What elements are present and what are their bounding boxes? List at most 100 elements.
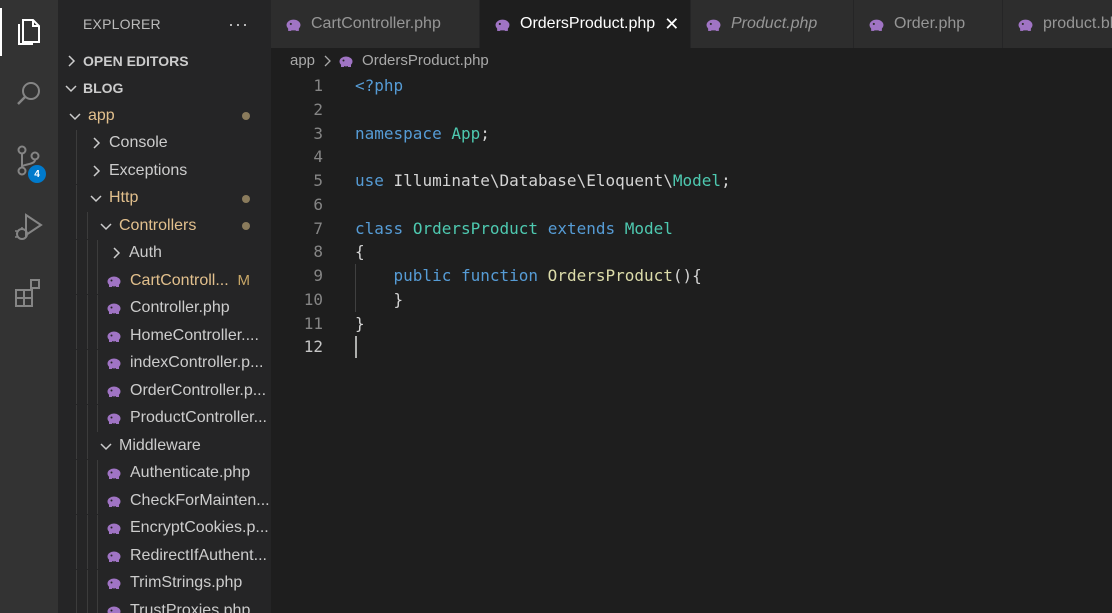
tree-file[interactable]: OrderController.p... <box>58 377 271 404</box>
tree-folder[interactable]: Console <box>58 129 271 157</box>
code-token: <?php <box>355 76 404 95</box>
code-text: namespace App; <box>355 122 490 146</box>
code-line: 2 <box>271 98 1112 122</box>
php-file-icon <box>286 17 301 32</box>
code-editor[interactable]: 1 <?php 2 3 namespace App; 4 5 use Illuminate\D… <box>271 73 1112 613</box>
php-file-icon <box>107 384 121 398</box>
tree-file[interactable]: Authenticate.php <box>58 459 271 487</box>
tree-item-label: RedirectIfAuthent... <box>130 546 267 564</box>
tree-folder[interactable]: Controllers <box>58 212 271 239</box>
line-number: 11 <box>303 313 323 333</box>
line-number: 7 <box>313 218 323 238</box>
php-file-icon <box>495 17 510 32</box>
line-number: 8 <box>313 242 323 262</box>
chevron-right-icon <box>323 55 331 67</box>
close-icon[interactable]: ✕ <box>664 14 679 35</box>
chevron-right-icon <box>58 55 83 67</box>
tree-item-label: Controller.php <box>130 299 230 316</box>
php-file-icon <box>107 356 121 370</box>
code-text: } <box>355 312 365 336</box>
indent-guide <box>87 212 88 239</box>
tree-file[interactable]: TrimStrings.php <box>58 569 271 597</box>
indent-guide <box>76 267 77 294</box>
tree-folder[interactable]: Http <box>58 184 271 212</box>
code-token: public <box>393 266 452 285</box>
tree-file[interactable]: ProductController... <box>58 404 271 432</box>
indent-guide <box>97 404 98 432</box>
tab-label: CartController.php <box>311 15 441 32</box>
indent-guide <box>87 514 88 542</box>
indent-guide <box>76 569 77 597</box>
code-token: ; <box>721 171 731 190</box>
indent-guide <box>87 597 88 613</box>
indent-guide <box>87 542 88 569</box>
modified-status-badge: M <box>237 272 251 289</box>
editor-tab[interactable]: CartController.php <box>271 0 480 48</box>
indent-guide <box>76 404 77 432</box>
tree-folder[interactable]: Auth <box>58 239 271 267</box>
source-control-activity-button[interactable]: 4 <box>0 138 58 186</box>
php-file-icon <box>869 17 884 32</box>
indent-guide <box>76 129 77 157</box>
tree-item-label: app <box>88 106 115 124</box>
tree-file[interactable]: CheckForMainten... <box>58 487 271 514</box>
editor-tabs: CartController.php OrdersProduct.php ✕ Prod… <box>271 0 1112 48</box>
indent-guide <box>87 569 88 597</box>
code-line: 7 class OrdersProduct extends Model <box>271 217 1112 241</box>
code-line: 1 <?php <box>271 74 1112 98</box>
tab-label: Product.php <box>731 15 818 32</box>
editor-tab[interactable]: product.blade.php <box>1003 0 1112 48</box>
editor-tab[interactable]: Order.php <box>854 0 1003 48</box>
tree-item-label: Middleware <box>119 436 201 454</box>
tree-folder[interactable]: Exceptions <box>58 157 271 184</box>
search-icon <box>14 79 44 113</box>
run-debug-activity-button[interactable] <box>0 204 58 252</box>
breadcrumb-file[interactable]: OrdersProduct.php <box>362 52 489 69</box>
php-file-icon <box>1018 17 1033 32</box>
tree-file[interactable]: CartControll... M <box>58 267 271 294</box>
editor-tab[interactable]: OrdersProduct.php ✕ <box>480 0 691 48</box>
explorer-activity-button[interactable] <box>0 8 58 56</box>
indent-guide <box>97 514 98 542</box>
editor-tab[interactable]: Product.php <box>691 0 854 48</box>
search-activity-button[interactable] <box>0 72 58 120</box>
tree-item-label: indexController.p... <box>130 354 264 371</box>
indent-guide <box>87 377 88 404</box>
project-section[interactable]: BLOG <box>58 75 271 101</box>
php-file-icon <box>107 549 121 563</box>
code-token: Illuminate\Database\Eloquent\ <box>383 171 673 190</box>
indent-guide <box>87 349 88 377</box>
tree-item-label: EncryptCookies.p... <box>130 519 269 536</box>
breadcrumb-folder[interactable]: app <box>290 52 315 69</box>
chevron-right-icon <box>87 137 105 149</box>
chevron-right-icon <box>87 164 105 177</box>
extensions-activity-button[interactable] <box>0 270 58 318</box>
php-file-icon <box>706 17 721 32</box>
tree-file[interactable]: HomeController.... <box>58 322 271 349</box>
more-actions-button[interactable]: ··· <box>228 15 249 33</box>
tree-file[interactable]: indexController.p... <box>58 349 271 377</box>
code-token: class <box>355 218 404 238</box>
code-token: { <box>355 242 365 262</box>
line-number: 1 <box>313 76 323 95</box>
tab-label: Order.php <box>894 15 966 32</box>
tree-folder[interactable]: app <box>58 102 271 129</box>
tree-folder[interactable]: Middleware <box>58 432 271 459</box>
tree-file[interactable]: TrustProxies.php <box>58 597 271 613</box>
code-token: } <box>355 313 365 333</box>
line-number: 6 <box>313 194 323 214</box>
tree-file[interactable]: RedirectIfAuthent... <box>58 542 271 569</box>
code-line: 11} <box>271 312 1112 336</box>
indent-guide <box>87 294 88 322</box>
tree-file[interactable]: EncryptCookies.p... <box>58 514 271 542</box>
tree-item-label: HomeController.... <box>130 326 259 344</box>
line-number: 3 <box>313 123 323 143</box>
indent-guide <box>97 349 98 377</box>
open-editors-section[interactable]: OPEN EDITORS <box>58 48 271 74</box>
indent-guide <box>97 322 98 349</box>
code-text: use Illuminate\Database\Eloquent\Model; <box>355 169 731 193</box>
code-token: OrdersProduct <box>547 266 673 285</box>
tree-file[interactable]: Controller.php <box>58 294 271 322</box>
